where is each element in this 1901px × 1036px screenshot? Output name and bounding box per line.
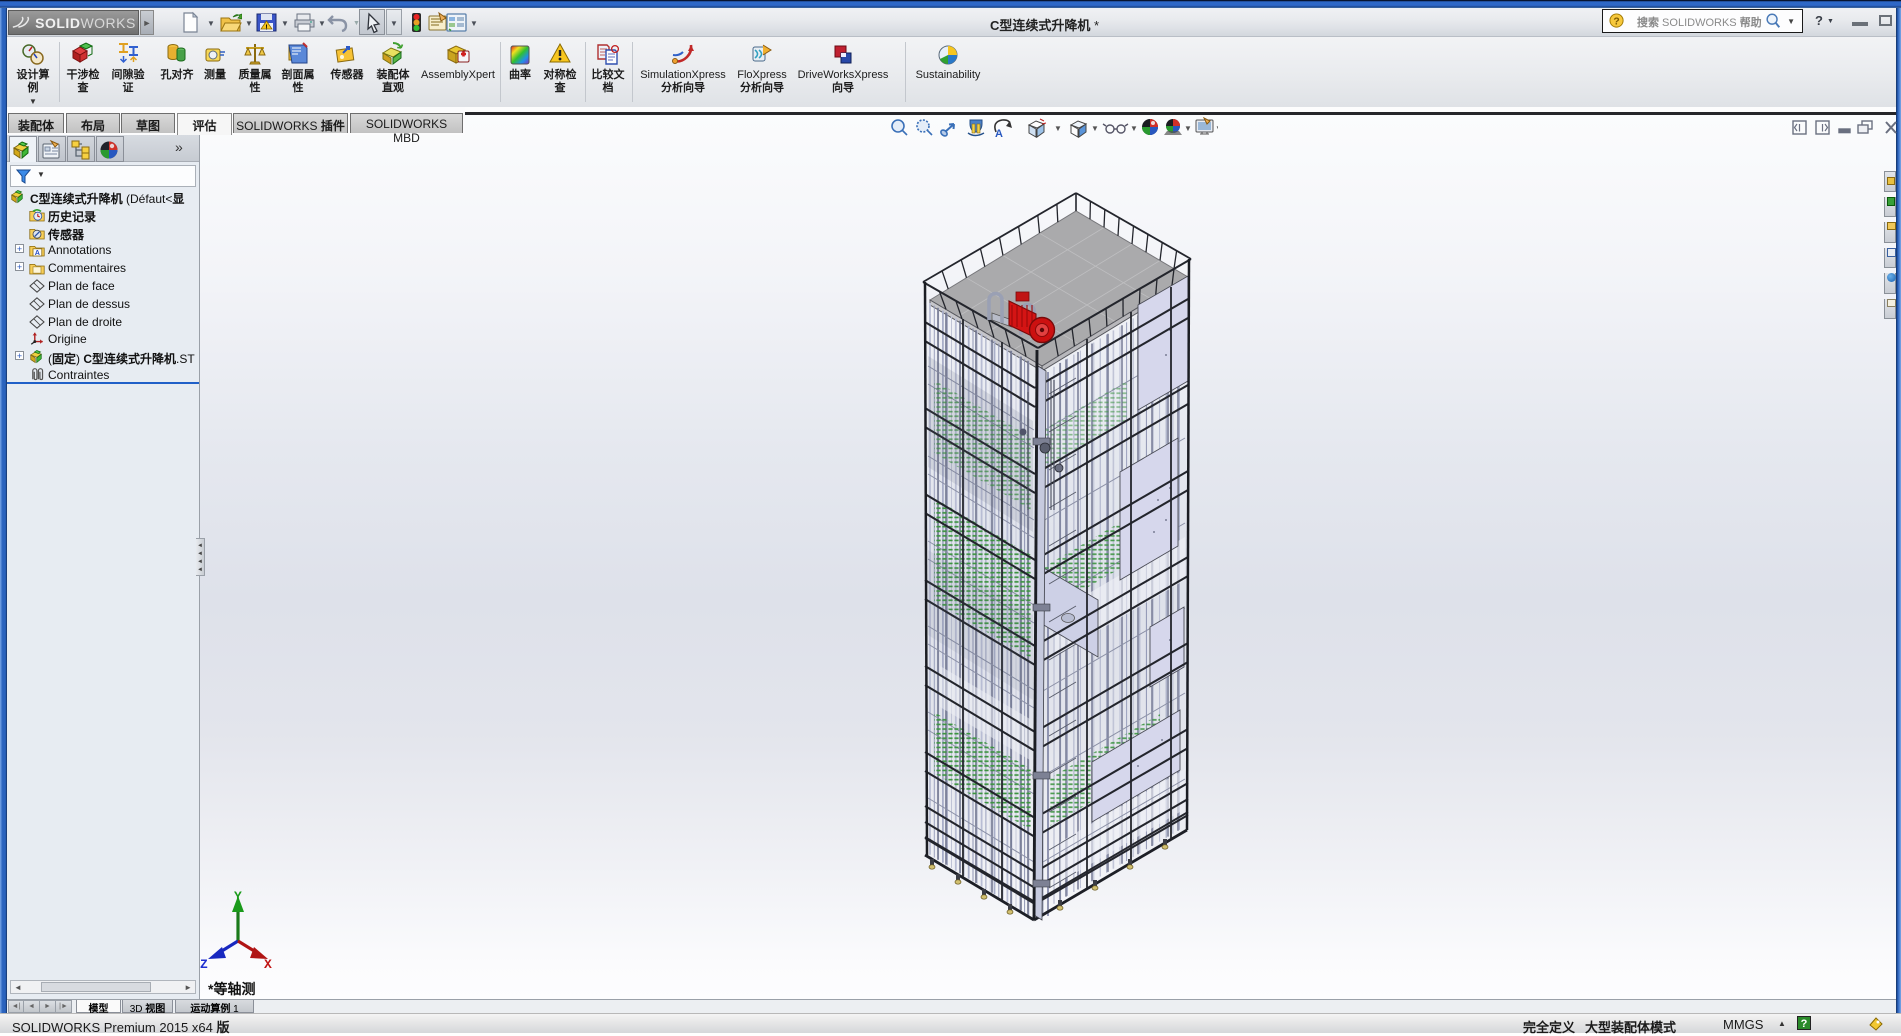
- svg-text:A: A: [995, 128, 1003, 140]
- svg-text:X: X: [264, 957, 272, 972]
- svg-text:Y: Y: [234, 889, 242, 904]
- svg-text:A: A: [35, 249, 40, 258]
- svg-text:▼: ▼: [1130, 124, 1138, 133]
- svg-text:▼: ▼: [1091, 124, 1099, 133]
- svg-text:Z: Z: [200, 957, 208, 972]
- svg-text:?: ?: [1613, 16, 1619, 27]
- svg-text:!: !: [265, 25, 267, 32]
- svg-text:▼: ▼: [1215, 124, 1218, 133]
- svg-text:▼: ▼: [1184, 124, 1192, 133]
- svg-text:▼: ▼: [1054, 124, 1062, 133]
